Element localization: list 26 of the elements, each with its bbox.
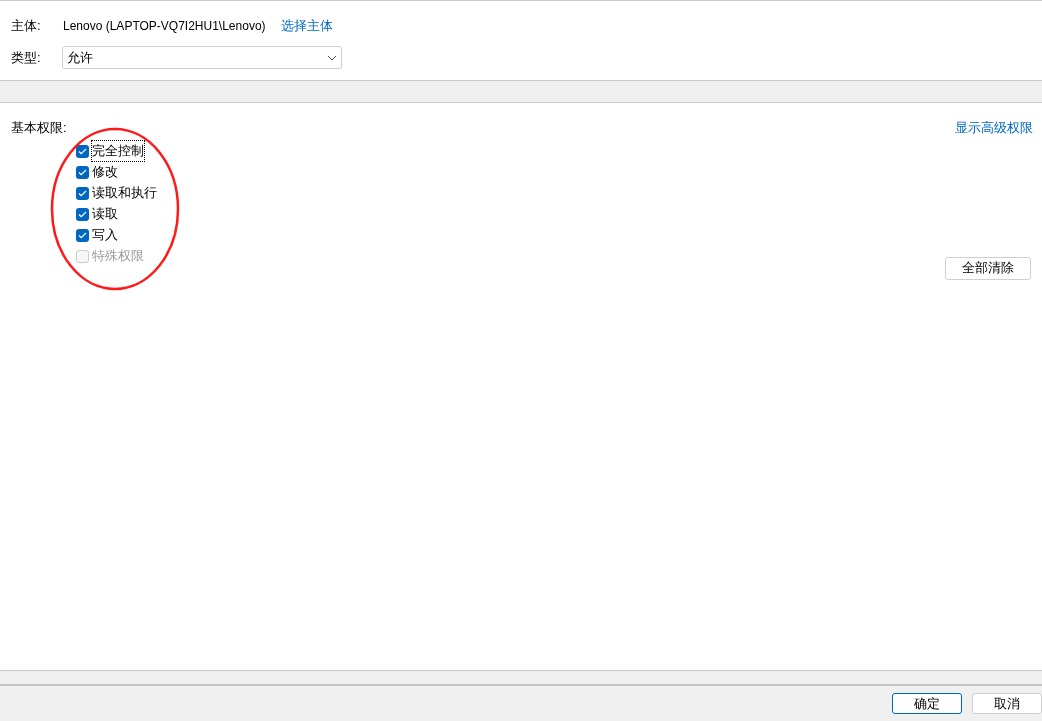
type-label: 类型: [11,48,42,67]
select-principal-link[interactable]: 选择主体 [280,16,333,36]
checkmark-icon [78,210,87,218]
checkmark-icon [78,168,87,176]
ok-button[interactable]: 确定 [892,693,962,714]
checkbox[interactable] [76,207,89,221]
clear-all-button[interactable]: 全部清除 [945,256,1031,280]
chevron-down-icon [327,54,337,61]
type-dropdown[interactable]: 允许 [62,46,342,69]
checkbox[interactable] [76,165,89,179]
basic-permissions-title: 基本权限: [11,119,67,137]
checkmark-icon [78,147,87,155]
principal-name: Lenovo (LAPTOP-VQ7I2HU1\Lenovo) [63,18,266,35]
cancel-button[interactable]: 取消 [972,693,1042,714]
checkbox[interactable] [76,186,89,200]
permission-label[interactable]: 写入 [92,225,118,245]
permission-label[interactable]: 读取和执行 [92,183,157,203]
permission-label[interactable]: 修改 [92,162,118,182]
show-advanced-link[interactable]: 显示高级权限 [955,118,1033,138]
principal-label: 主体: [11,17,42,36]
checkmark-icon [78,231,87,239]
checkmark-icon [78,189,87,197]
permission-label[interactable]: 读取 [92,204,118,224]
checkbox[interactable] [76,144,89,158]
checkbox[interactable] [76,228,89,242]
permission-label[interactable]: 完全控制 [92,141,144,161]
